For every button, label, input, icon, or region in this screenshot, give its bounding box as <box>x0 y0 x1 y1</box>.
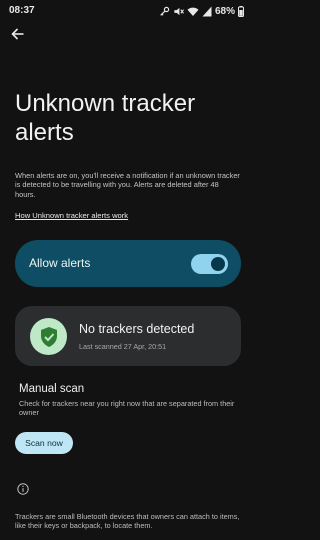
info-icon <box>17 482 29 495</box>
allow-alerts-row[interactable]: Allow alerts <box>15 240 241 287</box>
key-icon <box>159 6 170 17</box>
manual-scan-title: Manual scan <box>19 383 85 395</box>
status-bar: 08:37 68% <box>0 0 252 22</box>
scan-now-button[interactable]: Scan now <box>15 432 73 454</box>
battery-icon <box>238 5 244 17</box>
battery-percent: 68% <box>214 5 235 17</box>
manual-scan-description: Check for trackers near you right now th… <box>19 399 235 418</box>
status-time: 08:37 <box>9 5 35 16</box>
status-icons: 68% <box>159 4 244 18</box>
allow-alerts-toggle[interactable] <box>191 254 228 274</box>
page-title: Unknown tracker alerts <box>15 90 196 146</box>
mute-icon <box>173 6 184 17</box>
how-it-works-link[interactable]: How Unknown tracker alerts work <box>15 211 128 220</box>
signal-icon <box>202 6 212 17</box>
toggle-thumb <box>211 257 225 271</box>
footer-info-text: Trackers are small Bluetooth devices tha… <box>15 512 240 531</box>
intro-description: When alerts are on, you'll receive a not… <box>15 171 240 199</box>
last-scanned-text: Last scanned 27 Apr, 20:51 <box>79 342 167 351</box>
shield-check-icon <box>30 318 67 355</box>
back-button[interactable] <box>8 26 28 46</box>
wifi-icon <box>187 6 199 17</box>
allow-alerts-label: Allow alerts <box>29 256 91 270</box>
status-title: No trackers detected <box>79 322 195 336</box>
arrow-left-icon <box>11 27 25 46</box>
tracker-status-card: No trackers detected Last scanned 27 Apr… <box>15 306 241 366</box>
